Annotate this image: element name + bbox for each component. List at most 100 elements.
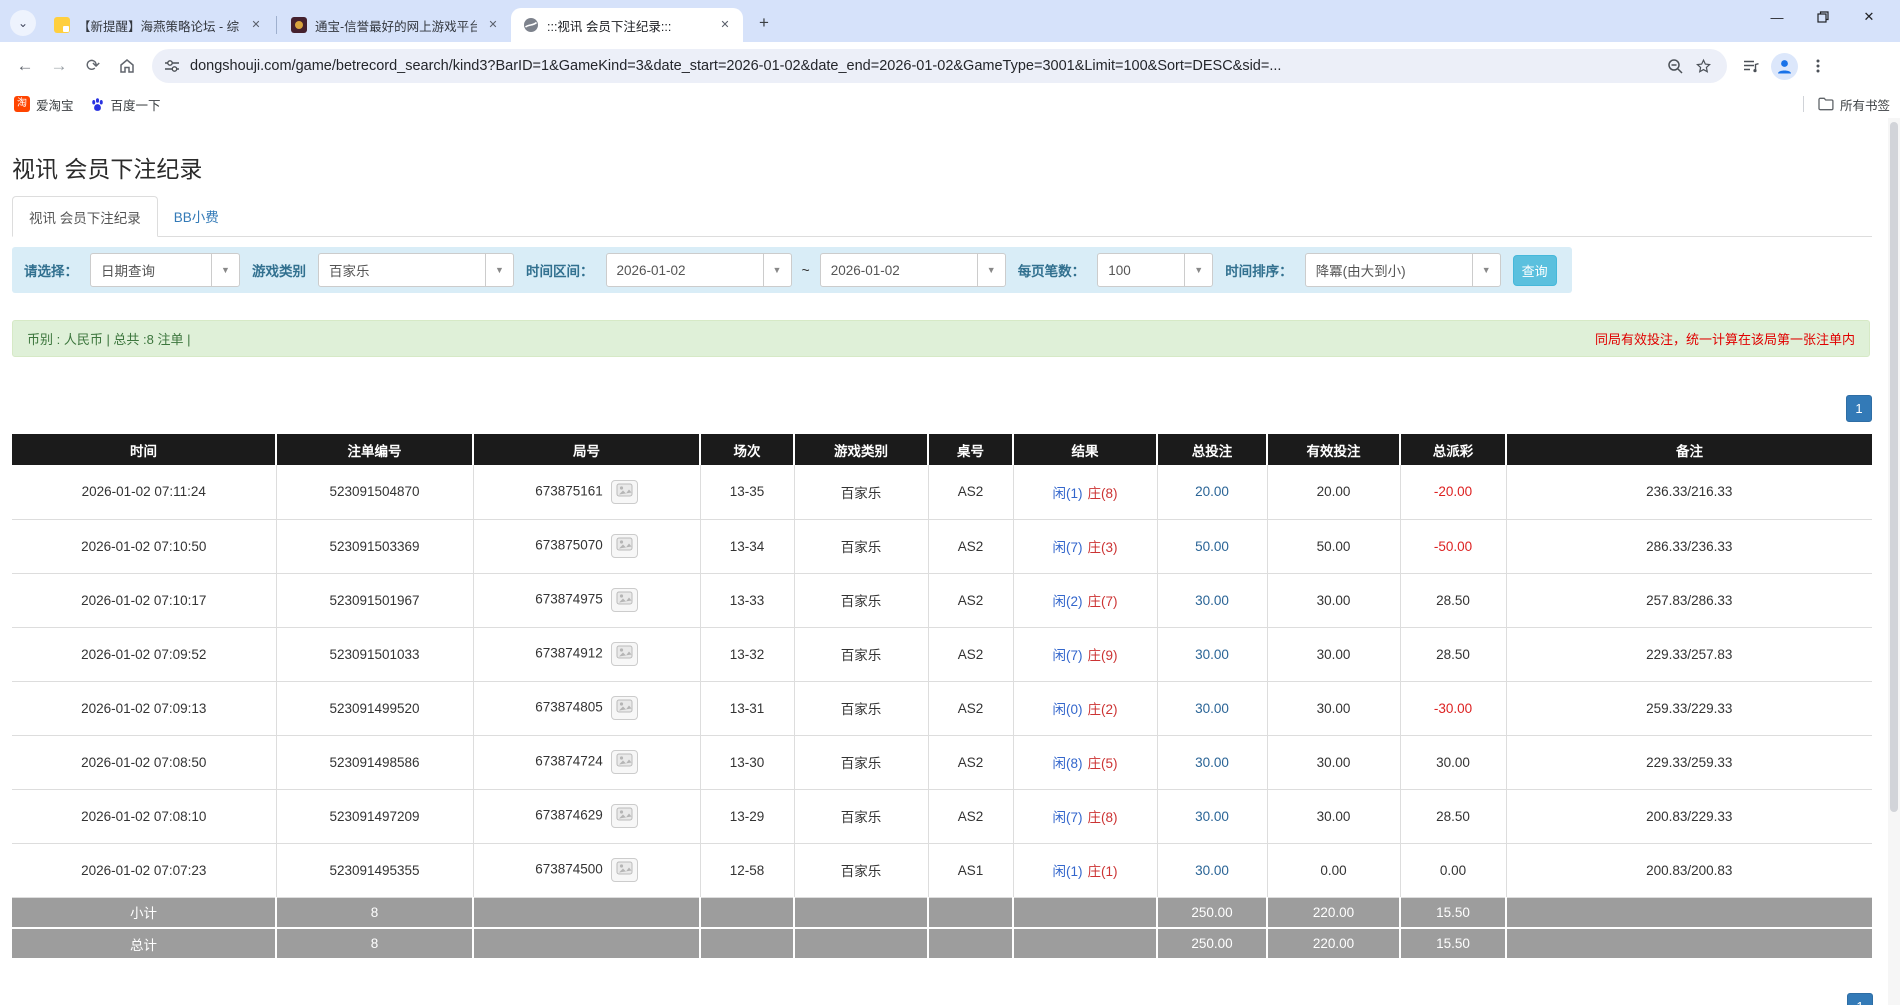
game-type-select[interactable]: 百家乐 ▼ [318,253,514,287]
bookmark-taobao[interactable]: 淘 爱淘宝 [6,92,82,117]
column-header: 局号 [473,434,700,465]
replay-icon[interactable] [611,696,638,720]
cell-total-bet[interactable]: 30.00 [1157,843,1267,897]
back-icon[interactable]: ← [8,49,42,83]
page-1-button[interactable]: 1 [1846,395,1872,422]
cell-total-bet[interactable]: 30.00 [1157,681,1267,735]
maximize-icon[interactable] [1800,0,1846,34]
result-banker: 庄(5) [1088,756,1118,771]
page-1-button[interactable]: 1 [1847,993,1873,1005]
cell-table-no: AS2 [928,735,1013,789]
zoom-out-icon[interactable] [1661,52,1689,80]
close-icon[interactable]: ✕ [248,17,264,33]
cell-bet-id: 523091498586 [276,735,473,789]
home-icon[interactable] [110,49,144,83]
game-type-value: 百家乐 [319,260,485,280]
cell-bet-id: 523091497209 [276,789,473,843]
date-end-value: 2026-01-02 [821,263,977,278]
sort-label: 时间排序： [1225,260,1293,280]
date-end-select[interactable]: 2026-01-02 ▼ [820,253,1006,287]
cell-time: 2026-01-02 07:08:50 [12,735,276,789]
replay-icon[interactable] [611,750,638,774]
cell-payout: 28.50 [1400,627,1506,681]
url-bar[interactable]: dongshouji.com/game/betrecord_search/kin… [152,49,1727,83]
bookmarks-bar: 淘 爱淘宝 百度一下 所有书签 [0,90,1900,118]
column-header: 场次 [700,434,794,465]
tab-bet-records[interactable]: 视讯 会员下注纪录 [12,196,158,237]
bet-table-body: 2026-01-02 07:11:24523091504870673875161… [12,465,1872,897]
cell-bet-id: 523091501967 [276,573,473,627]
table-row: 2026-01-02 07:08:10523091497209673874629… [12,789,1872,843]
casino-icon [291,17,307,33]
result-banker: 庄(2) [1088,702,1118,717]
total-row: 总计8250.00220.0015.50 [12,928,1872,959]
cell-result: 闲(0)庄(2) [1013,681,1157,735]
subtotal-row-cell: 220.00 [1267,897,1400,928]
cell-total-bet[interactable]: 30.00 [1157,627,1267,681]
cell-valid-bet: 0.00 [1267,843,1400,897]
table-row: 2026-01-02 07:10:17523091501967673874975… [12,573,1872,627]
browser-tab-1[interactable]: 【新提醒】海燕策略论坛 - 综合 ✕ [42,8,274,42]
replay-icon[interactable] [611,804,638,828]
reload-icon[interactable]: ⟳ [76,49,110,83]
cell-game-type: 百家乐 [794,573,928,627]
scrollbar[interactable] [1888,118,1900,1005]
cell-time: 2026-01-02 07:09:52 [12,627,276,681]
media-controls-icon[interactable] [1737,52,1765,80]
cell-round: 673874500 [473,843,700,897]
close-icon[interactable]: ✕ [717,17,733,33]
cell-payout: 28.50 [1400,789,1506,843]
minimize-icon[interactable]: — [1754,0,1800,34]
cell-payout: -30.00 [1400,681,1506,735]
forward-icon[interactable]: → [42,49,76,83]
mode-select[interactable]: 日期查询 ▼ [90,253,240,287]
cell-total-bet[interactable]: 30.00 [1157,735,1267,789]
baidu-paw-icon [90,97,105,112]
date-start-select[interactable]: 2026-01-02 ▼ [606,253,792,287]
cell-total-bet[interactable]: 30.00 [1157,789,1267,843]
menu-icon[interactable] [1804,52,1832,80]
replay-icon[interactable] [611,858,638,882]
cell-round: 673874629 [473,789,700,843]
close-icon[interactable]: ✕ [485,17,501,33]
search-button[interactable]: 查询 [1513,255,1557,286]
site-settings-icon[interactable] [164,58,180,74]
sort-value: 降冪(由大到小) [1306,260,1472,280]
cell-bet-id: 523091495355 [276,843,473,897]
tab-title: 通宝-信誉最好的网上游戏平台 [315,16,477,35]
cell-session: 13-34 [700,519,794,573]
close-window-icon[interactable]: ✕ [1846,0,1892,34]
bookmark-baidu[interactable]: 百度一下 [82,92,169,117]
all-bookmarks-button[interactable]: 所有书签 [1810,92,1898,117]
cell-total-bet[interactable]: 20.00 [1157,465,1267,519]
cell-total-bet[interactable]: 30.00 [1157,573,1267,627]
cell-result: 闲(7)庄(3) [1013,519,1157,573]
replay-icon[interactable] [611,534,638,558]
tab-search-button[interactable]: ⌄ [10,10,36,36]
sort-select[interactable]: 降冪(由大到小) ▼ [1305,253,1501,287]
cell-total-bet[interactable]: 50.00 [1157,519,1267,573]
bookmark-label: 爱淘宝 [36,95,74,114]
subtotal-row-cell [700,897,794,928]
cell-valid-bet: 30.00 [1267,573,1400,627]
tab-bb-tips[interactable]: BB小费 [158,196,235,236]
browser-tab-2[interactable]: 通宝-信誉最好的网上游戏平台 ✕ [279,8,511,42]
profile-avatar[interactable] [1771,53,1798,80]
globe-icon [523,17,539,33]
replay-icon[interactable] [611,642,638,666]
scrollbar-thumb[interactable] [1890,122,1898,812]
new-tab-button[interactable]: + [751,10,777,36]
subtotal-row-cell [1506,897,1872,928]
replay-icon[interactable] [611,480,638,504]
cell-game-type: 百家乐 [794,627,928,681]
page-size-select[interactable]: 100 ▼ [1097,253,1213,287]
cell-valid-bet: 30.00 [1267,735,1400,789]
replay-icon[interactable] [611,588,638,612]
browser-tab-active[interactable]: :::视讯 会员下注纪录::: ✕ [511,8,743,42]
cell-table-no: AS2 [928,465,1013,519]
bookmark-star-icon[interactable] [1689,52,1717,80]
cell-result: 闲(2)庄(7) [1013,573,1157,627]
cell-payout: 28.50 [1400,573,1506,627]
cell-payout: -50.00 [1400,519,1506,573]
table-footer: 小计8250.00220.0015.50总计8250.00220.0015.50 [12,897,1872,959]
